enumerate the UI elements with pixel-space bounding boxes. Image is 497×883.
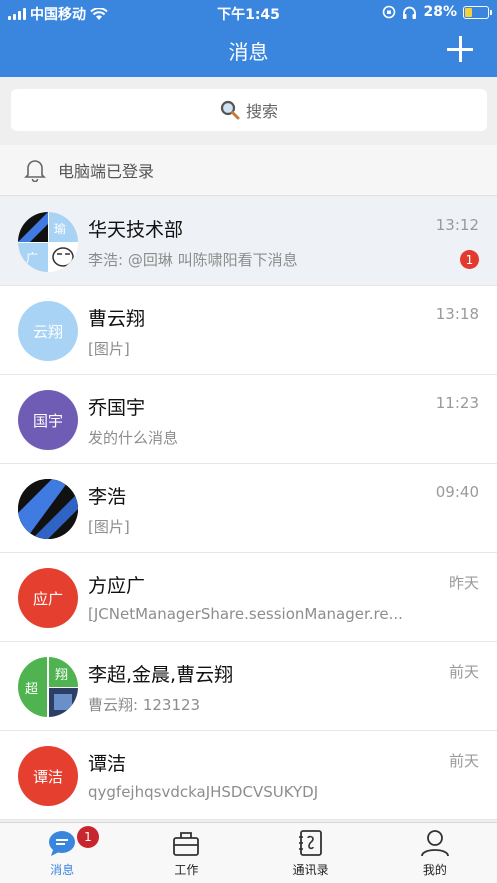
search-placeholder: 搜索 — [245, 102, 278, 121]
conversation-preview: qygfejhqsvdckaJHSDCVSUKYDJ — [88, 783, 319, 801]
conversation-name: 李超,金晨,曹云翔 — [88, 664, 234, 686]
tab-messages[interactable]: 消息 1 — [0, 823, 124, 883]
desktop-login-label: 电脑端已登录 — [58, 162, 155, 181]
person-icon — [420, 830, 449, 857]
avatar-initials: 云翔 — [32, 322, 63, 341]
tab-label: 工作 — [174, 863, 199, 877]
group-avatar: 瑜 广 — [18, 212, 78, 272]
conversation-time: 13:12 — [435, 216, 479, 234]
avatar: 云翔 — [18, 301, 78, 361]
tab-work[interactable]: 工作 — [124, 823, 248, 883]
conversation-time: 前天 — [448, 663, 479, 681]
conversation-time: 昨天 — [448, 574, 479, 592]
conversation-preview: [图片] — [88, 340, 130, 358]
battery-percent: 28% — [423, 4, 457, 20]
tab-label: 我的 — [422, 863, 447, 877]
app-header: 中国移动 下午1:45 28% 消息 — [0, 0, 497, 77]
conversation-name: 李浩 — [88, 486, 127, 508]
tab-label: 消息 — [50, 863, 75, 877]
avatar-initials: 应广 — [32, 589, 63, 608]
conversation-name: 方应广 — [88, 575, 146, 597]
add-button[interactable] — [445, 34, 475, 64]
conversation-row[interactable]: 应广 方应广 [JCNetManagerShare.sessionManager… — [0, 553, 497, 642]
conversation-time: 13:18 — [435, 305, 479, 323]
avatar — [18, 479, 78, 539]
conversation-name: 乔国宇 — [88, 397, 146, 419]
conversation-row[interactable]: 李浩 [图片] 09:40 — [0, 464, 497, 553]
headphones-icon — [403, 6, 417, 19]
conversation-preview: 曹云翔: 123123 — [88, 696, 201, 714]
page-title: 消息 — [228, 40, 269, 64]
battery-icon — [463, 5, 492, 19]
avatar: 应广 — [18, 568, 78, 628]
group-avatar: 超 翔 — [18, 657, 78, 717]
conversation-time: 11:23 — [435, 394, 479, 412]
conversation-row[interactable]: 瑜 广 华天技术部 李浩: @回琳 叫陈啸阳看下消息 13:12 1 — [0, 197, 497, 286]
avatar-initials: 国宇 — [32, 411, 63, 430]
avatar-initial: 瑜 — [54, 222, 67, 236]
avatar: 国宇 — [18, 390, 78, 450]
tab-label: 通讯录 — [292, 863, 329, 877]
conversation-preview: 发的什么消息 — [88, 429, 179, 447]
conversation-name: 华天技术部 — [88, 219, 184, 241]
avatar: 谭洁 — [18, 746, 78, 806]
chat-bubble-icon — [49, 831, 76, 856]
unread-badge: 1 — [460, 250, 479, 269]
conversation-row[interactable]: 云翔 曹云翔 [图片] 13:18 — [0, 286, 497, 375]
conversation-row[interactable]: 超 翔 李超,金晨,曹云翔 曹云翔: 123123 前天 — [0, 642, 497, 731]
search-area: 搜索 — [0, 77, 497, 143]
bell-icon — [24, 160, 46, 182]
conversation-name: 谭洁 — [88, 753, 127, 775]
orientation-lock-icon — [383, 5, 396, 19]
tab-contacts[interactable]: 通讯录 — [249, 823, 373, 883]
avatar-initial: 广 — [26, 251, 39, 265]
conversation-preview: [图片] — [88, 518, 130, 536]
conversation-list: 瑜 广 华天技术部 李浩: @回琳 叫陈啸阳看下消息 13:12 1 云翔 曹云… — [0, 197, 497, 820]
status-bar: 中国移动 下午1:45 28% — [0, 0, 497, 26]
avatar-initial: 翔 — [55, 668, 69, 683]
tab-unread-badge: 1 — [77, 826, 99, 848]
avatar-initials: 谭洁 — [32, 767, 63, 786]
tab-me[interactable]: 我的 — [373, 823, 497, 883]
conversation-preview: 李浩: @回琳 叫陈啸阳看下消息 — [88, 251, 298, 269]
avatar-initial: 超 — [25, 682, 39, 697]
briefcase-icon — [173, 832, 200, 856]
conversation-time: 前天 — [448, 752, 479, 770]
search-icon — [220, 100, 240, 120]
address-book-icon — [298, 830, 322, 856]
conversation-time: 09:40 — [435, 483, 479, 501]
tab-bar: 消息 1 工作 通讯录 我的 — [0, 822, 497, 883]
conversation-row[interactable]: 谭洁 谭洁 qygfejhqsvdckaJHSDCVSUKYDJ 前天 — [0, 731, 497, 820]
desktop-login-notice[interactable]: 电脑端已登录 — [0, 145, 497, 196]
conversation-preview: [JCNetManagerShare.sessionManager.re... — [88, 605, 403, 623]
search-input[interactable]: 搜索 — [11, 89, 487, 131]
conversation-row[interactable]: 国宇 乔国宇 发的什么消息 11:23 — [0, 375, 497, 464]
conversation-name: 曹云翔 — [88, 308, 146, 330]
